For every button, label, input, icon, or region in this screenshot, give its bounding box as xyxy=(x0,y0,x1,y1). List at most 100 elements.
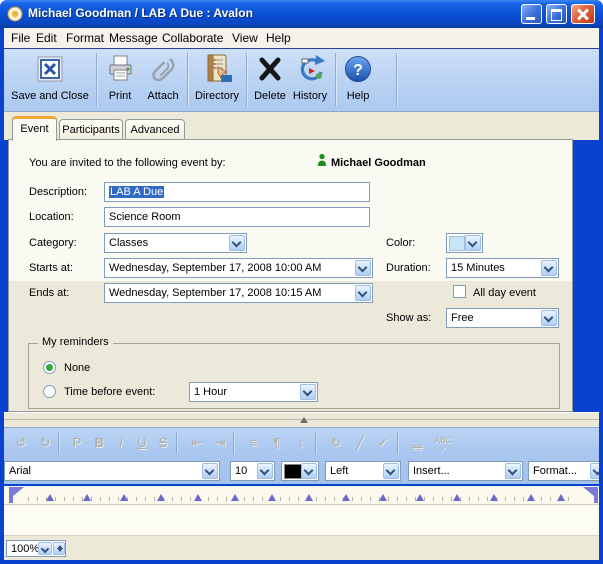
category-label: Category: xyxy=(29,237,77,249)
undo-icon[interactable]: ↺ xyxy=(10,432,32,454)
tab-stop-marker[interactable] xyxy=(557,494,565,501)
zoom-spinner[interactable] xyxy=(53,542,65,555)
splitter-collapse-handle[interactable] xyxy=(300,417,308,423)
redo-icon[interactable]: ↻ xyxy=(34,432,56,454)
tab-stop-marker[interactable] xyxy=(231,494,239,501)
font-family-dropdown[interactable]: Arial xyxy=(4,461,220,481)
chevron-down-icon[interactable] xyxy=(541,260,557,276)
zoom-dropdown-arrow-icon[interactable] xyxy=(38,542,52,555)
tab-stop-marker[interactable] xyxy=(379,494,387,501)
chevron-down-icon[interactable] xyxy=(301,463,317,479)
maximize-button[interactable] xyxy=(546,4,567,24)
tab-stop-marker[interactable] xyxy=(342,494,350,501)
color-label: Color: xyxy=(386,237,415,249)
tab-stop-marker[interactable] xyxy=(453,494,461,501)
highlight-pen-icon[interactable]: ╱ xyxy=(349,432,371,454)
menu-edit[interactable]: Edit xyxy=(36,31,57,45)
titlebar[interactable]: Michael Goodman / LAB A Due : Avalon xyxy=(0,0,603,28)
chevron-down-icon[interactable] xyxy=(229,235,245,251)
ends-at-dropdown[interactable]: Wednesday, September 17, 2008 10:15 AM xyxy=(104,283,373,303)
paragraph-format-icon[interactable]: ≡ xyxy=(243,432,265,454)
chevron-down-icon[interactable] xyxy=(465,235,481,251)
splitter[interactable] xyxy=(4,412,599,427)
chevron-down-icon[interactable] xyxy=(541,310,557,326)
tab-stop-marker[interactable] xyxy=(268,494,276,501)
reminder-time-radio[interactable] xyxy=(43,385,56,398)
bold-icon[interactable]: B xyxy=(88,432,110,454)
delete-button[interactable]: Delete xyxy=(249,52,291,108)
message-body[interactable] xyxy=(4,505,599,535)
chevron-down-icon[interactable] xyxy=(355,285,371,301)
zoom-control[interactable]: 100% xyxy=(6,540,66,557)
underline-icon[interactable]: U xyxy=(131,432,153,454)
tab-stop-marker[interactable] xyxy=(46,494,54,501)
chevron-down-icon[interactable] xyxy=(300,384,316,400)
edit-text-icon[interactable]: ab xyxy=(406,436,428,458)
toolbar-separator xyxy=(96,53,98,106)
help-button[interactable]: ? Help xyxy=(338,52,378,108)
close-button[interactable] xyxy=(571,4,595,24)
tab-stop-marker[interactable] xyxy=(120,494,128,501)
tab-participants[interactable]: Participants xyxy=(59,119,123,140)
chevron-down-icon[interactable] xyxy=(383,463,399,479)
save-and-close-button[interactable]: Save and Close xyxy=(6,52,94,108)
italic-icon[interactable]: I xyxy=(110,432,132,454)
menu-message[interactable]: Message xyxy=(109,31,158,45)
format-dropdown[interactable]: Format... xyxy=(528,461,599,481)
tab-stop-marker[interactable] xyxy=(194,494,202,501)
revert-icon[interactable]: ↻ xyxy=(325,432,347,454)
tab-stop-marker[interactable] xyxy=(83,494,91,501)
strikethrough-icon[interactable]: S xyxy=(152,432,174,454)
right-margin-marker[interactable] xyxy=(578,487,598,503)
reminders-groupbox: My reminders None Time before event: 1 H… xyxy=(28,343,560,409)
minimize-button[interactable] xyxy=(521,4,542,24)
chevron-down-icon[interactable] xyxy=(202,463,218,479)
show-as-label: Show as: xyxy=(386,312,431,324)
starts-at-dropdown[interactable]: Wednesday, September 17, 2008 10:00 AM xyxy=(104,258,373,278)
print-button[interactable]: Print xyxy=(99,52,141,108)
tab-event[interactable]: Event xyxy=(12,116,57,141)
outdent-icon[interactable]: ⇤ xyxy=(186,432,208,454)
font-size-dropdown[interactable]: 10 xyxy=(230,461,275,481)
line-spacing-icon[interactable]: ¶ xyxy=(266,432,288,454)
left-margin-marker[interactable] xyxy=(9,487,29,503)
tab-stop-marker[interactable] xyxy=(490,494,498,501)
category-dropdown[interactable]: Classes xyxy=(104,233,247,253)
chevron-down-icon[interactable] xyxy=(257,463,273,479)
attach-button[interactable]: Attach xyxy=(141,52,185,108)
insert-dropdown[interactable]: Insert... xyxy=(408,461,523,481)
chevron-down-icon[interactable] xyxy=(590,463,599,479)
tab-stop-marker[interactable] xyxy=(305,494,313,501)
tab-strip: Event Participants Advanced xyxy=(4,112,599,140)
menu-help[interactable]: Help xyxy=(266,31,291,45)
reminder-none-radio[interactable] xyxy=(43,361,56,374)
chevron-down-icon[interactable] xyxy=(355,260,371,276)
location-input[interactable]: Science Room xyxy=(104,207,370,227)
duration-dropdown[interactable]: 15 Minutes xyxy=(446,258,559,278)
chevron-down-icon[interactable] xyxy=(505,463,521,479)
menu-file[interactable]: File xyxy=(11,31,30,45)
indent-icon[interactable]: ⇥ xyxy=(209,432,231,454)
application-window: Michael Goodman / LAB A Due : Avalon Fil… xyxy=(0,0,603,564)
color-dropdown[interactable] xyxy=(446,233,483,253)
approve-icon[interactable]: ✓ xyxy=(372,432,394,454)
menu-collaborate[interactable]: Collaborate xyxy=(162,31,223,45)
menu-format[interactable]: Format xyxy=(66,31,104,45)
all-day-checkbox[interactable] xyxy=(453,285,466,298)
reminder-time-dropdown[interactable]: 1 Hour xyxy=(189,382,318,402)
description-input[interactable]: LAB A Due xyxy=(104,182,370,202)
show-as-dropdown[interactable]: Free xyxy=(446,308,559,328)
tab-advanced[interactable]: Advanced xyxy=(125,119,185,140)
plain-text-icon[interactable]: P xyxy=(66,432,88,454)
font-color-dropdown[interactable] xyxy=(281,461,319,481)
directory-button[interactable]: Directory xyxy=(190,52,244,108)
tab-stop-marker[interactable] xyxy=(157,494,165,501)
menu-view[interactable]: View xyxy=(232,31,258,45)
move-down-icon[interactable]: ↓ xyxy=(290,432,312,454)
tab-stop-marker[interactable] xyxy=(416,494,424,501)
history-button[interactable]: History xyxy=(288,52,332,108)
spell-check-icon[interactable]: ABC ✓ xyxy=(432,432,454,450)
alignment-dropdown[interactable]: Left xyxy=(325,461,401,481)
tab-stop-marker[interactable] xyxy=(527,494,535,501)
invited-label: You are invited to the following event b… xyxy=(29,157,226,169)
